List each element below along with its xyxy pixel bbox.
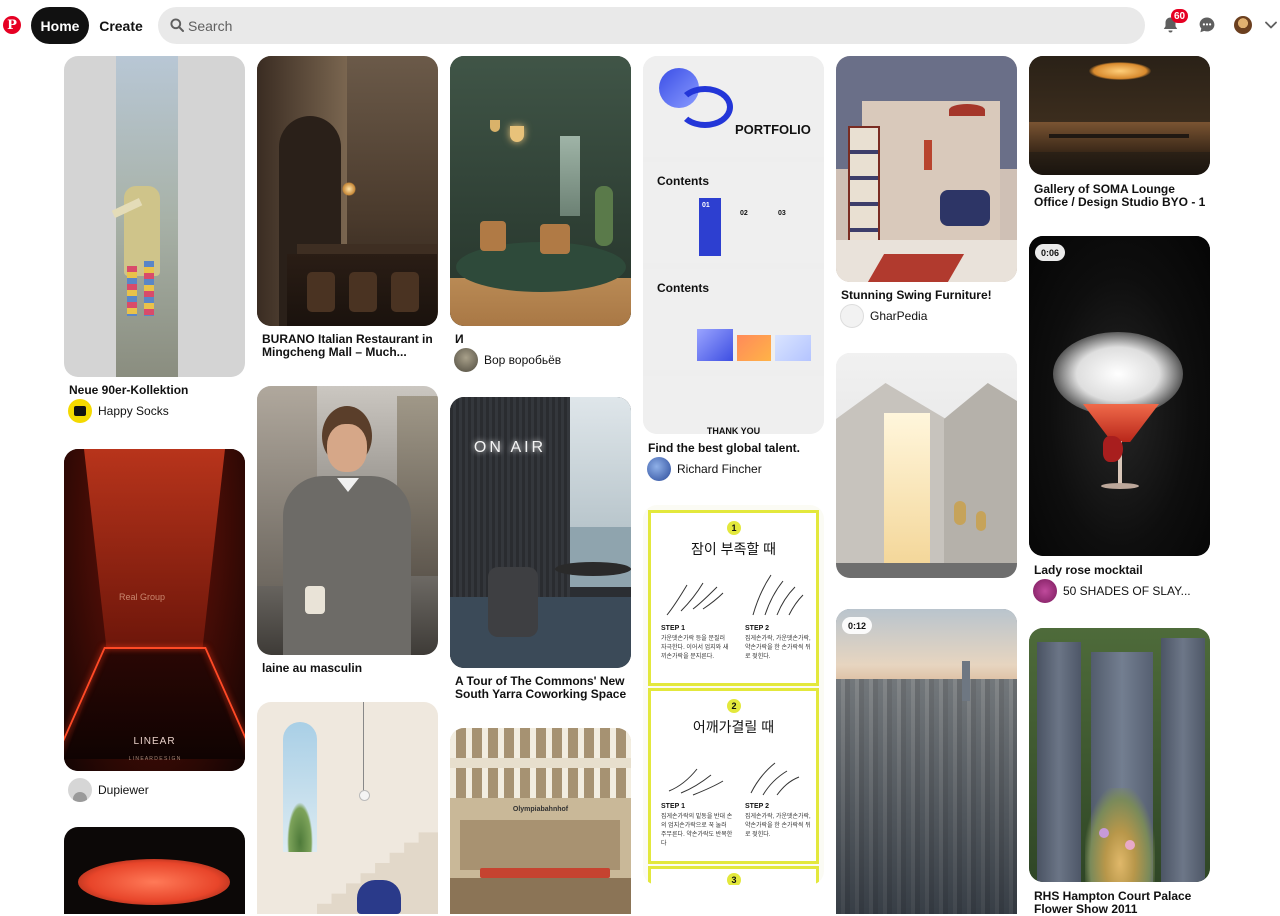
pin-title[interactable]: Neue 90er-Kollektion (69, 384, 244, 397)
pin-image[interactable]: PORTFOLIO Contents 01 02 03 Contents THA… (643, 56, 824, 434)
pin-title[interactable]: И (455, 333, 630, 346)
pin-title[interactable]: RHS Hampton Court Palace Flower Show 201… (1034, 890, 1209, 916)
pin-title[interactable]: laine au masculin (262, 662, 437, 675)
overlay-brand: LINEAR (133, 736, 176, 747)
step-label: STEP 2 (745, 625, 769, 632)
step-description: 가운뎃손가락 등을 문질러 자극한다. 이어서 엄지와 새끼손가락을 문지른다. (661, 636, 729, 660)
home-tab[interactable]: Home (31, 7, 89, 44)
create-tab[interactable]: Create (93, 7, 149, 44)
section-number: 01 (702, 202, 710, 209)
slide-title: Contents (657, 281, 709, 295)
pin-image[interactable] (64, 827, 245, 914)
pin-image[interactable] (257, 56, 438, 326)
author-avatar (840, 304, 864, 328)
pin-image[interactable] (836, 353, 1017, 578)
search-bar[interactable] (158, 7, 1145, 44)
step-badge: 1 (727, 521, 741, 535)
slide-text: THANK YOU (706, 426, 761, 434)
hand-illustration (666, 582, 724, 616)
notification-badge: 60 (1171, 9, 1188, 23)
video-duration: 0:06 (1035, 244, 1066, 261)
search-icon (170, 18, 184, 32)
video-duration: 0:12 (842, 617, 873, 634)
step-description: 집게손가락, 가운뎃손가락, 약손가락을 한 손가락씩 뒤로 젖힌다. (745, 814, 811, 838)
author-name: Вор воробьёв (484, 353, 562, 367)
pin-image[interactable]: Olympiabahnhof (450, 728, 631, 914)
step-badge: 3 (727, 873, 741, 885)
hand-illustration (752, 574, 804, 616)
author-avatar (68, 399, 92, 423)
chat-bubble-icon[interactable] (1197, 15, 1217, 35)
hand-illustration (750, 762, 800, 796)
section-heading: 어깨가결릴 때 (692, 719, 775, 735)
author-avatar (1033, 579, 1057, 603)
pin-image[interactable] (836, 56, 1017, 282)
step-label: STEP 1 (661, 625, 685, 632)
pin-author[interactable]: Happy Socks (68, 399, 169, 423)
pin-image[interactable]: 1 잠이 부족할 때 STEP 1 STEP 2 가운뎃손가락 등을 문질러 자… (643, 505, 824, 885)
step-description: 집게손가락, 가운뎃손가락, 약손가락을 한 손가락씩 뒤로 젖힌다. (745, 636, 811, 660)
wall-text: Real Group (119, 592, 166, 602)
pin-author[interactable]: 50 SHADES OF SLAY... (1033, 579, 1191, 603)
section-number: 02 (740, 210, 748, 217)
section-heading: 잠이 부족할 때 (690, 541, 777, 557)
pin-image[interactable] (257, 702, 438, 914)
step-description: 집게손가락의 밑동을 반대 손의 엄지손가락으로 꾹 눌러 주무른다. 약손가락… (661, 814, 733, 847)
pin-title[interactable]: BURANO Italian Restaurant in Mingcheng M… (262, 333, 437, 359)
pin-title[interactable]: Find the best global talent. (648, 442, 823, 455)
pin-image[interactable]: 0:12 (836, 609, 1017, 914)
slide-title: PORTFOLIO (735, 122, 811, 137)
chevron-down-icon[interactable] (1261, 15, 1280, 35)
pin-title[interactable]: Lady rose mocktail (1034, 564, 1209, 577)
neon-sign: ON AIR (473, 439, 547, 456)
top-navigation-bar: P Home Create 60 (0, 0, 1280, 50)
author-avatar (454, 348, 478, 372)
search-input[interactable] (188, 7, 1128, 44)
pinterest-logo[interactable]: P (3, 16, 21, 34)
author-name: 50 SHADES OF SLAY... (1063, 584, 1191, 598)
pin-image[interactable] (257, 386, 438, 655)
logo-letter: P (7, 18, 17, 33)
pin-author[interactable]: Вор воробьёв (454, 348, 561, 372)
pin-author[interactable]: Richard Fincher (647, 457, 762, 481)
step-label: STEP 2 (745, 803, 769, 810)
pin-image[interactable] (64, 56, 245, 377)
pin-title[interactable]: Gallery of SOMA Lounge Office / Design S… (1034, 183, 1209, 209)
hand-illustration (668, 768, 724, 796)
pin-image[interactable] (450, 56, 631, 326)
pin-image[interactable]: 0:06 (1029, 236, 1210, 556)
pin-title[interactable]: A Tour of The Commons' New South Yarra C… (455, 675, 630, 701)
pin-author[interactable]: GharPedia (840, 304, 927, 328)
pin-image[interactable] (1029, 628, 1210, 882)
author-avatar (68, 778, 92, 802)
station-sign: Olympiabahnhof (512, 806, 569, 813)
slide-title: Contents (657, 174, 709, 188)
pin-image[interactable]: ON AIR (450, 397, 631, 668)
pin-title[interactable]: Stunning Swing Furniture! (841, 289, 1016, 302)
step-badge: 2 (727, 699, 741, 713)
author-name: GharPedia (870, 309, 928, 323)
section-number: 03 (778, 210, 786, 217)
pin-author[interactable]: Dupiewer (68, 778, 149, 802)
overlay-subtext: L I N E A R D E S I G N (128, 756, 181, 762)
step-label: STEP 1 (661, 803, 685, 810)
author-name: Richard Fincher (677, 462, 762, 476)
pin-image[interactable]: Real Group LINEAR L I N E A R D E S I G … (64, 449, 245, 771)
profile-avatar[interactable] (1234, 16, 1252, 34)
author-name: Happy Socks (98, 404, 169, 418)
author-avatar (647, 457, 671, 481)
author-name: Dupiewer (98, 783, 149, 797)
pin-image[interactable] (1029, 56, 1210, 175)
